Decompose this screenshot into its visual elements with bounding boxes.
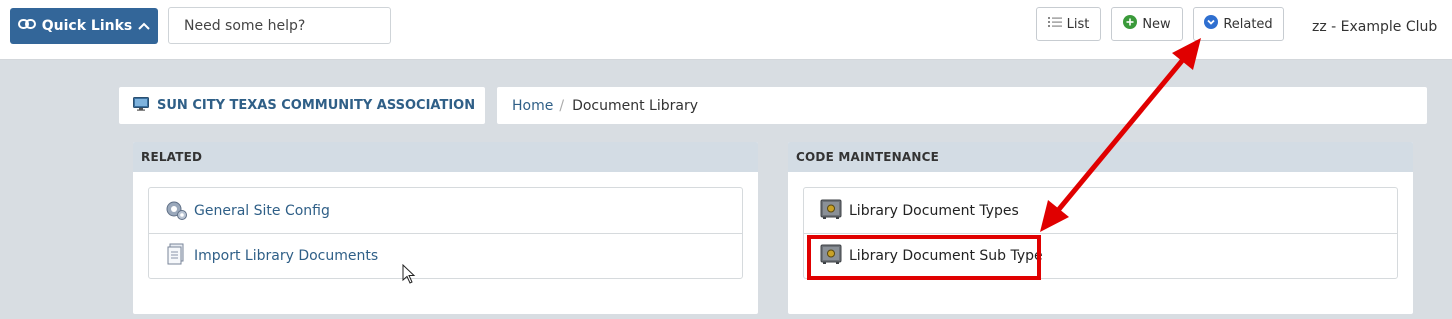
mouse-cursor-icon: [402, 264, 416, 284]
annotation-double-arrow: [1040, 38, 1201, 232]
